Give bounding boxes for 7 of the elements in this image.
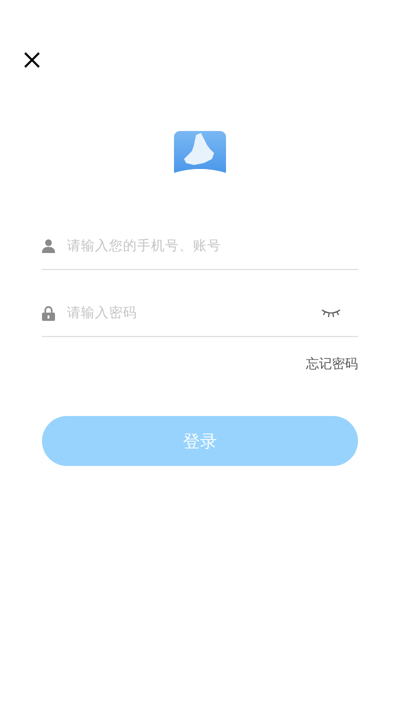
account-field[interactable]: 请输入您的手机号、账号	[67, 238, 358, 254]
closed-eye-icon[interactable]	[321, 308, 341, 318]
lock-icon	[42, 306, 55, 320]
forgot-password-link[interactable]: 忘记密码	[306, 355, 358, 373]
close-icon[interactable]	[24, 52, 40, 68]
password-field[interactable]: 请输入密码	[67, 305, 321, 321]
person-icon	[42, 239, 55, 253]
